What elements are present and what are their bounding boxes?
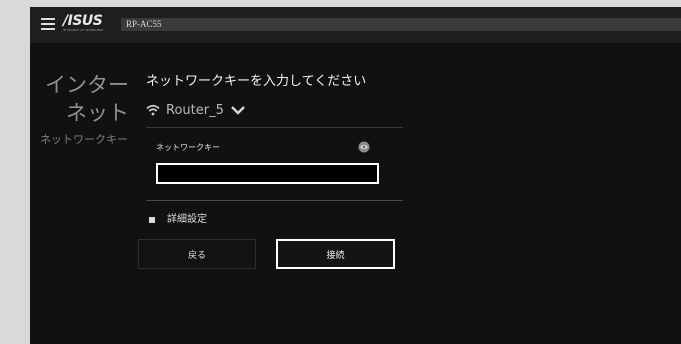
advanced-settings-checkbox[interactable] [149, 217, 155, 223]
network-key-input[interactable] [156, 163, 379, 184]
model-name: RP-AC55 [126, 19, 162, 29]
eye-icon[interactable] [358, 141, 370, 153]
model-bar [121, 18, 681, 31]
divider [146, 127, 403, 128]
ssid-name: Router_5 [166, 102, 224, 118]
wifi-icon [146, 104, 160, 116]
asus-logo: /ISUS IN SEARCH OF INCREDIBLE [63, 14, 107, 34]
section-subtitle: ネットワークキー [40, 133, 128, 146]
panel-heading: ネットワークキーを入力してください [146, 74, 367, 89]
ssid-selector[interactable]: Router_5 [146, 99, 246, 121]
divider [146, 200, 403, 201]
connect-button[interactable]: 接続 [276, 239, 395, 269]
network-key-label: ネットワークキー [156, 143, 220, 152]
section-title: インター ネット [45, 71, 129, 127]
chevron-down-icon[interactable] [230, 104, 246, 116]
hamburger-icon[interactable] [41, 18, 55, 30]
router-setup-screen: /ISUS IN SEARCH OF INCREDIBLE RP-AC55 イン… [30, 7, 681, 344]
section-title-line1: インター [45, 73, 129, 97]
back-button[interactable]: 戻る [138, 239, 256, 269]
top-bar: /ISUS IN SEARCH OF INCREDIBLE RP-AC55 [30, 7, 681, 43]
section-title-line2: ネット [66, 101, 129, 125]
advanced-settings-toggle[interactable]: 詳細設定 [146, 213, 207, 227]
advanced-settings-label: 詳細設定 [167, 214, 207, 225]
brand-logo-text: /ISUS [63, 13, 103, 29]
network-key-panel: ネットワークキーを入力してください Router_5 ネットワークキー 詳細設定… [138, 73, 406, 269]
main-content: インター ネット ネットワークキー ネットワークキーを入力してください Rout… [30, 43, 681, 344]
brand-tagline: IN SEARCH OF INCREDIBLE [63, 28, 104, 32]
